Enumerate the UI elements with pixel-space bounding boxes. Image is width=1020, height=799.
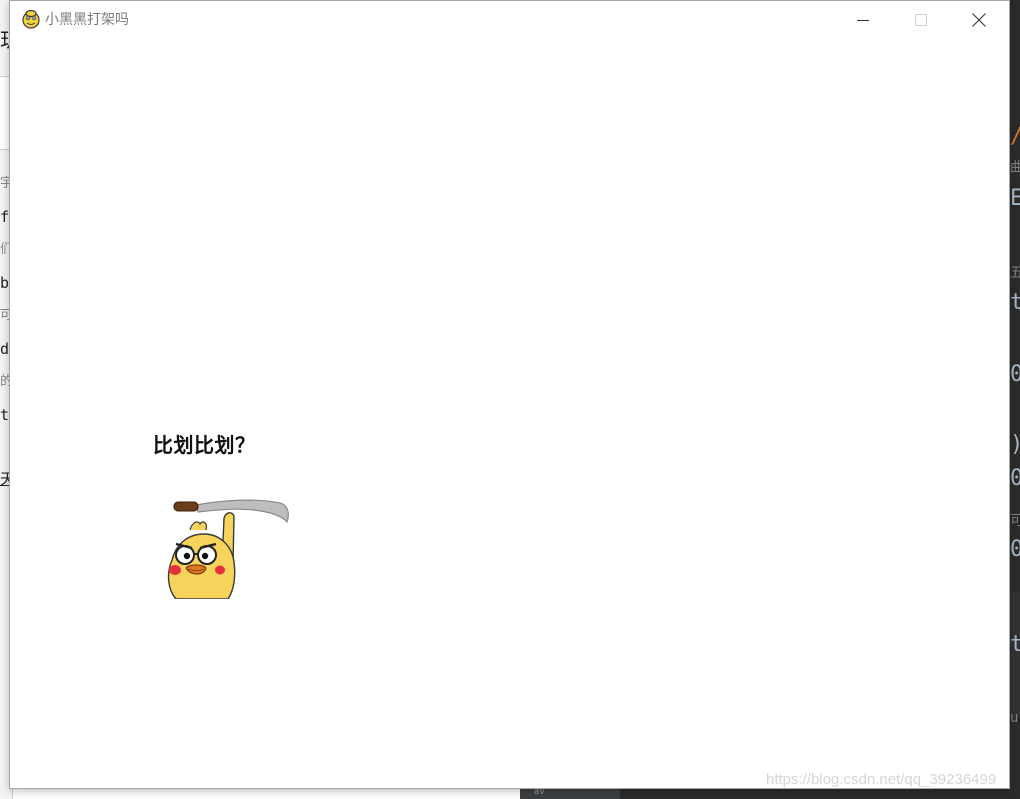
maximize-icon [915, 14, 927, 26]
duck-pupil [201, 552, 209, 560]
sword-blade [195, 499, 289, 524]
title-bar[interactable]: 小黑黑打架吗 [10, 1, 1009, 39]
ide-code-fragment: u [1010, 710, 1019, 726]
ide-code-fragment: t [1010, 290, 1020, 315]
duck-pupil [183, 552, 191, 560]
ide-code-fragment: 五 [1010, 265, 1020, 281]
ide-code-fragment: 0 [1010, 466, 1020, 491]
game-canvas[interactable]: 比划比划？ [10, 39, 1009, 788]
ide-code-fragment: E [1010, 186, 1020, 211]
csdn-watermark: https://blog.csdn.net/qq_39236499 [766, 771, 997, 788]
window-title: 小黑黑打架吗 [45, 12, 129, 28]
ide-code-fragment: 0 [1010, 537, 1020, 562]
duck-cheek [215, 565, 225, 575]
duck-tuft [189, 521, 207, 531]
ide-code-fragment: ) [1010, 432, 1020, 458]
game-window: 小黑黑打架吗 比划比划？ [9, 0, 1010, 789]
sword-hilt [173, 501, 199, 512]
ide-code-fragment: t [1010, 632, 1020, 657]
minimize-button[interactable] [834, 1, 892, 39]
ide-code-fragment: 曲 [1010, 160, 1020, 176]
close-icon [972, 13, 986, 27]
ide-code-fragment: / [1010, 124, 1020, 150]
minimize-icon [857, 20, 869, 21]
pygame-snake-icon [22, 9, 40, 29]
sticker-caption: 比划比划？ [153, 433, 256, 457]
duck-cheek [169, 565, 181, 575]
ide-status-strip: av [520, 787, 620, 799]
duck-with-sword-sticker [167, 499, 289, 599]
maximize-button[interactable] [892, 1, 950, 39]
close-button[interactable] [950, 1, 1008, 39]
ide-code-fragment: 0 [1010, 362, 1020, 387]
ide-code-fragment: 可 [1010, 513, 1020, 529]
